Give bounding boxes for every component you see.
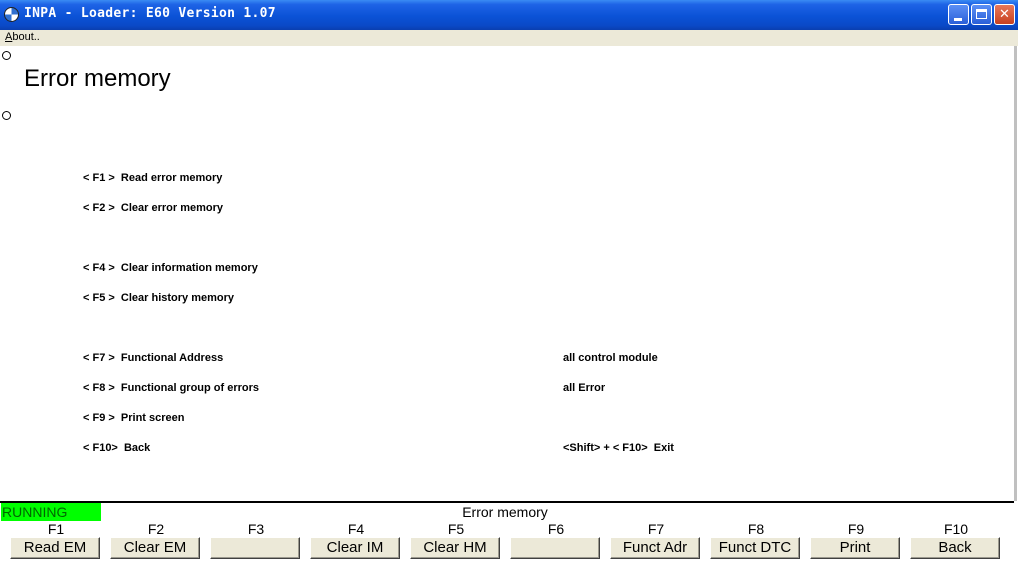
- command-f5: < F5 > Clear history memory: [83, 292, 235, 304]
- fkey-label: F2: [147, 521, 165, 537]
- back-button[interactable]: Back: [910, 537, 1000, 559]
- close-button[interactable]: ✕: [994, 4, 1015, 25]
- fkey-f8: F8 Funct DTC: [710, 521, 810, 564]
- radio-indicator-top: [2, 51, 11, 60]
- menu-about[interactable]: About..: [5, 31, 40, 43]
- fkey-f9: F9 Print: [810, 521, 910, 564]
- fkey-f7: F7 Funct Adr: [610, 521, 710, 564]
- command-f2: < F2 > Clear error memory: [83, 202, 224, 214]
- command-f10: < F10> Back: [83, 442, 151, 454]
- f6-button[interactable]: [510, 537, 600, 559]
- fkey-label: F1: [47, 521, 65, 537]
- command-f8: < F8 > Functional group of errors: [83, 382, 260, 394]
- minimize-button[interactable]: [948, 4, 969, 25]
- maximize-icon: [976, 9, 987, 19]
- radio-indicator-bottom: [2, 111, 11, 120]
- fkey-f2: F2 Clear EM: [110, 521, 210, 564]
- command-f7: < F7 > Functional Address: [83, 352, 224, 364]
- f3-button[interactable]: [210, 537, 300, 559]
- funct-adr-button[interactable]: Funct Adr: [610, 537, 700, 559]
- fkey-label: F6: [547, 521, 565, 537]
- fkey-label: F10: [943, 521, 969, 537]
- fkey-label: F9: [847, 521, 865, 537]
- command-f9: < F9 > Print screen: [83, 412, 185, 424]
- status-title: Error memory: [462, 504, 548, 520]
- funct-dtc-button[interactable]: Funct DTC: [710, 537, 800, 559]
- maximize-button[interactable]: [971, 4, 992, 25]
- print-button[interactable]: Print: [810, 537, 900, 559]
- command-f1: < F1 > Read error memory: [83, 172, 223, 184]
- read-em-button[interactable]: Read EM: [10, 537, 100, 559]
- fkey-f1: F1 Read EM: [10, 521, 110, 564]
- fkey-f10: F10 Back: [910, 521, 1010, 564]
- fkey-label: F8: [747, 521, 765, 537]
- fkey-f3: F3: [210, 521, 310, 564]
- fkey-label: F7: [647, 521, 665, 537]
- title-bar[interactable]: INPA - Loader: E60 Version 1.07 ✕: [0, 0, 1018, 30]
- fkey-f6: F6: [510, 521, 610, 564]
- running-status-badge: RUNNING: [1, 503, 101, 521]
- exit-hint: <Shift> + < F10> Exit: [563, 442, 674, 454]
- clear-im-button[interactable]: Clear IM: [310, 537, 400, 559]
- fkey-label: F5: [447, 521, 465, 537]
- functional-group-value: all Error: [563, 382, 606, 394]
- minimize-icon: [954, 18, 962, 21]
- function-key-panel: Error memory RUNNING F1 Read EM F2 Clear…: [0, 503, 1014, 564]
- fkey-label: F3: [247, 521, 265, 537]
- fkey-label: F4: [347, 521, 365, 537]
- clear-em-button[interactable]: Clear EM: [110, 537, 200, 559]
- fkey-f4: F4 Clear IM: [310, 521, 410, 564]
- main-content: Error memory < F1 > Read error memory < …: [0, 46, 1017, 501]
- inpa-window: INPA - Loader: E60 Version 1.07 ✕ About.…: [0, 0, 1018, 564]
- menu-bar: About..: [0, 30, 1018, 46]
- bmw-logo-icon: [4, 7, 19, 22]
- clear-hm-button[interactable]: Clear HM: [410, 537, 500, 559]
- command-f4: < F4 > Clear information memory: [83, 262, 258, 274]
- window-title: INPA - Loader: E60 Version 1.07: [24, 6, 276, 21]
- fkey-f5: F5 Clear HM: [410, 521, 510, 564]
- close-icon: ✕: [999, 7, 1010, 22]
- functional-address-value: all control module: [563, 352, 658, 364]
- page-title: Error memory: [24, 65, 171, 92]
